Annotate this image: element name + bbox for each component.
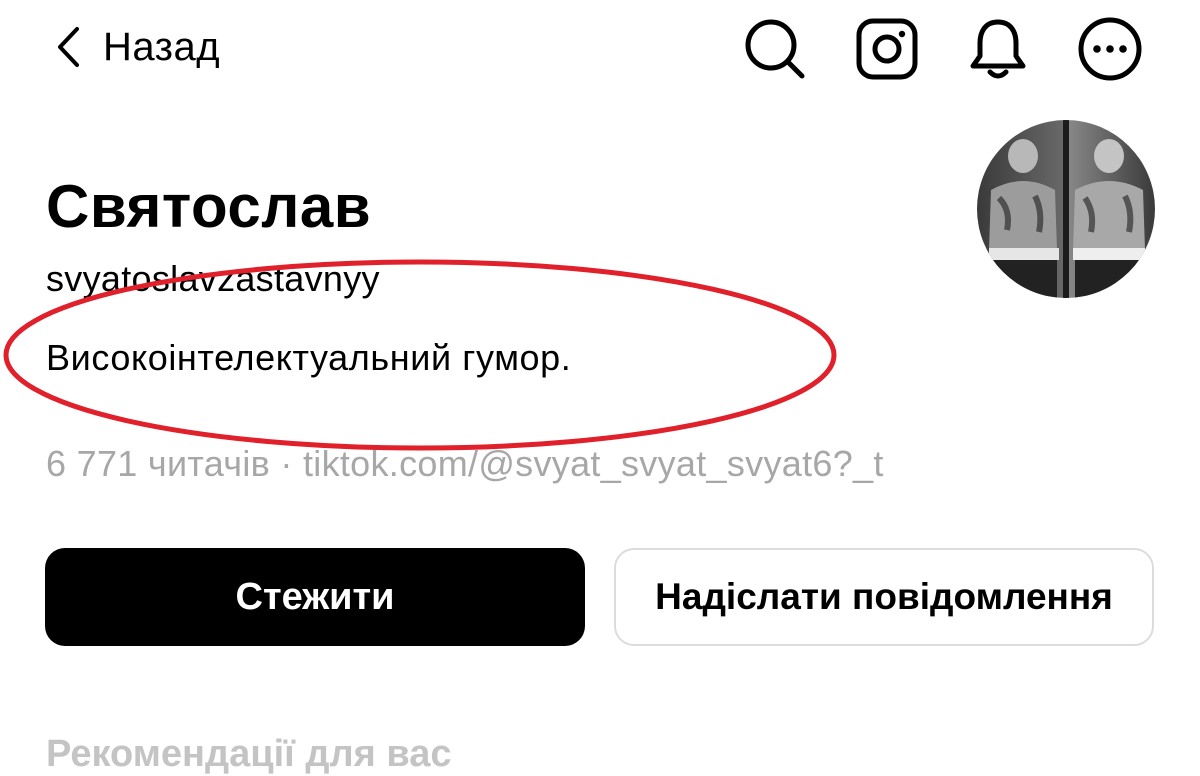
- instagram-icon: [856, 18, 918, 80]
- avatar[interactable]: [977, 120, 1155, 298]
- follow-button[interactable]: Стежити: [45, 548, 585, 646]
- meta-separator: ·: [280, 443, 293, 484]
- profile-display-name: Святослав: [46, 173, 372, 240]
- instagram-button[interactable]: [852, 14, 922, 84]
- back-button[interactable]: Назад: [55, 22, 220, 72]
- chevron-left-icon: [58, 27, 79, 67]
- profile-username: svyatoslavzastavnyy: [46, 258, 380, 299]
- recommendations-heading: Рекомендації для вас: [46, 733, 452, 775]
- followers-count[interactable]: 6 771 читачів: [46, 443, 270, 484]
- search-button[interactable]: [740, 14, 810, 84]
- more-icon: [1078, 17, 1142, 81]
- profile-meta: 6 771 читачів · tiktok.com/@svyat_svyat_…: [46, 443, 884, 485]
- profile-bio: Високоінтелектуальний гумор.: [46, 337, 572, 378]
- send-message-button[interactable]: Надіслати повідомлення: [614, 548, 1154, 646]
- search-icon: [745, 19, 805, 79]
- more-options-button[interactable]: [1075, 14, 1145, 84]
- back-label: Назад: [103, 24, 221, 69]
- bell-icon: [970, 19, 1026, 79]
- avatar-image: [977, 120, 1155, 298]
- top-bar: Назад: [0, 0, 1200, 100]
- profile-link[interactable]: tiktok.com/@svyat_svyat_svyat6?_t: [303, 443, 884, 484]
- notifications-button[interactable]: [963, 14, 1033, 84]
